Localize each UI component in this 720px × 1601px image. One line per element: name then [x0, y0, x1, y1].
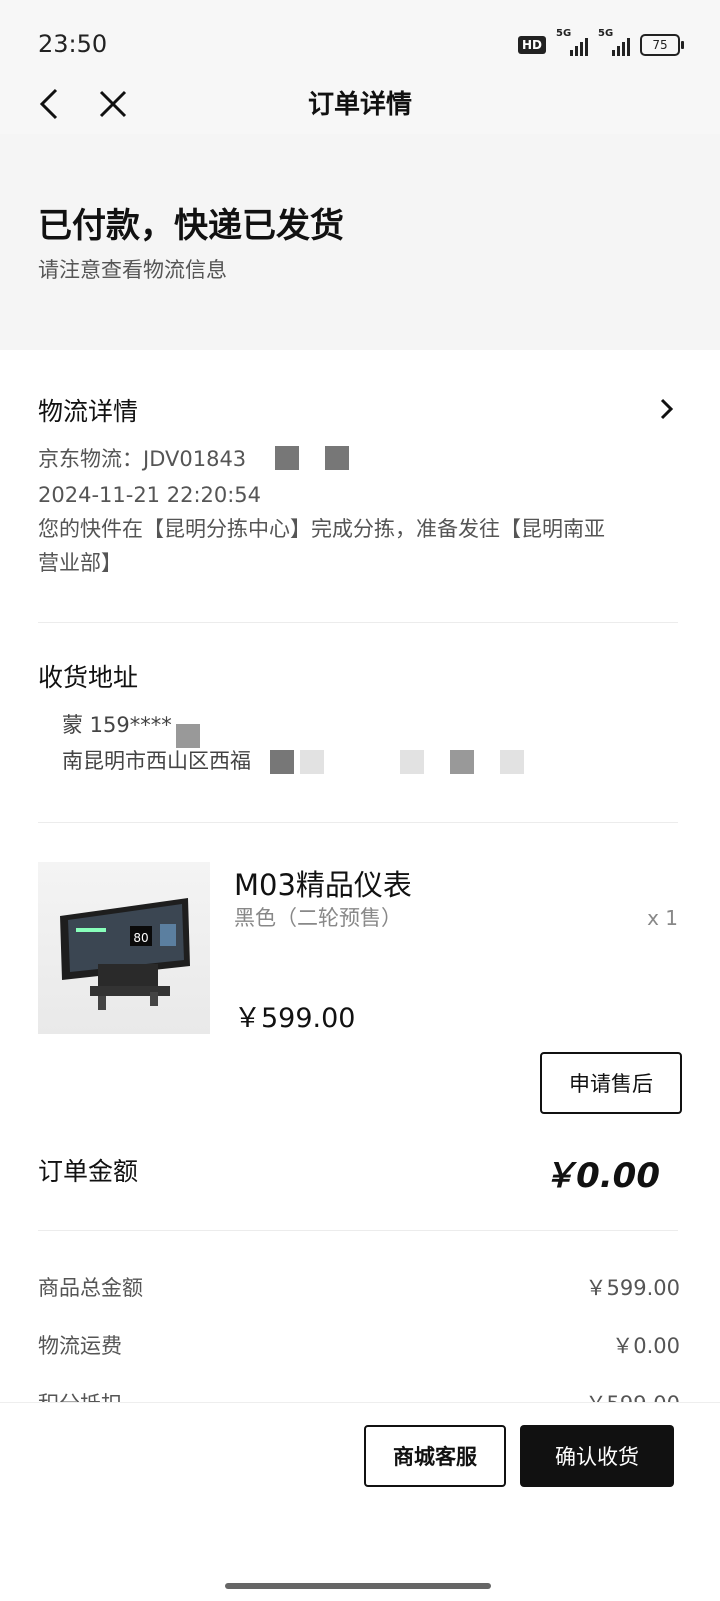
logistics-title: 物流详情 [38, 397, 139, 426]
confirm-receipt-button[interactable]: 确认收货 [520, 1425, 674, 1487]
network-type-label: 5G [598, 28, 614, 39]
navigation-bar: 订单详情 [0, 72, 720, 134]
redacted-block [450, 750, 474, 774]
after-sale-button[interactable]: 申请售后 [540, 1052, 682, 1114]
network-type-label: 5G [556, 28, 572, 39]
address-title: 收货地址 [38, 663, 139, 692]
status-time: 23:50 [38, 30, 108, 58]
chevron-right-icon[interactable] [656, 394, 678, 424]
order-status-subtitle: 请注意查看物流信息 [38, 258, 227, 282]
product-image[interactable]: 80 [38, 862, 210, 1034]
battery-icon: 75 [640, 34, 684, 56]
cost-row-value: ￥0.00 [612, 1334, 680, 1358]
order-status-title: 已付款，快递已发货 [38, 206, 344, 246]
customer-service-button[interactable]: 商城客服 [364, 1425, 506, 1487]
address-contact: 蒙 159**** [62, 713, 172, 737]
status-icons: HD 5G 5G 75 [517, 28, 684, 60]
divider [38, 822, 678, 823]
cost-row-value: ￥599.00 [585, 1276, 680, 1300]
product-price: ￥599.00 [234, 1003, 356, 1034]
redacted-block [500, 750, 524, 774]
order-status-header: 已付款，快递已发货 请注意查看物流信息 [0, 134, 720, 350]
redacted-block [270, 750, 294, 774]
product-quantity: x 1 [647, 906, 678, 930]
product-name[interactable]: M03精品仪表 [234, 862, 412, 904]
logistics-time: 2024-11-21 22:20:54 [38, 483, 262, 507]
signal-icon-sim1: 5G [556, 28, 588, 56]
signal-icon-sim2: 5G [598, 28, 630, 56]
logistics-message-line-2: 营业部】 [38, 551, 122, 575]
divider [38, 622, 678, 623]
redacted-block [275, 446, 299, 470]
hd-voice-icon: HD [517, 36, 546, 54]
bottom-action-bar: 商城客服 确认收货 [0, 1402, 720, 1601]
home-indicator[interactable] [225, 1583, 491, 1589]
dashboard-gauge-image: 80 [60, 898, 190, 1010]
page-title: 订单详情 [307, 90, 412, 120]
cost-row-label: 商品总金额 [38, 1276, 143, 1300]
logistics-message-line-1: 您的快件在【昆明分拣中心】完成分拣，准备发往【昆明南亚 [38, 517, 605, 541]
order-total-value: ￥0.00 [542, 1156, 660, 1196]
cost-row-label: 物流运费 [38, 1334, 122, 1358]
logistics-tracking-number: 京东物流：JDV01843 [38, 447, 247, 471]
address-location: 南昆明市西山区西福 [62, 749, 251, 773]
order-total-label: 订单金额 [38, 1157, 139, 1186]
redacted-block [400, 750, 424, 774]
redacted-block [300, 750, 324, 774]
divider [38, 1230, 678, 1231]
gauge-speed-reading: 80 [133, 931, 148, 945]
redacted-block [325, 446, 349, 470]
product-spec: 黑色（二轮预售） [234, 906, 402, 930]
